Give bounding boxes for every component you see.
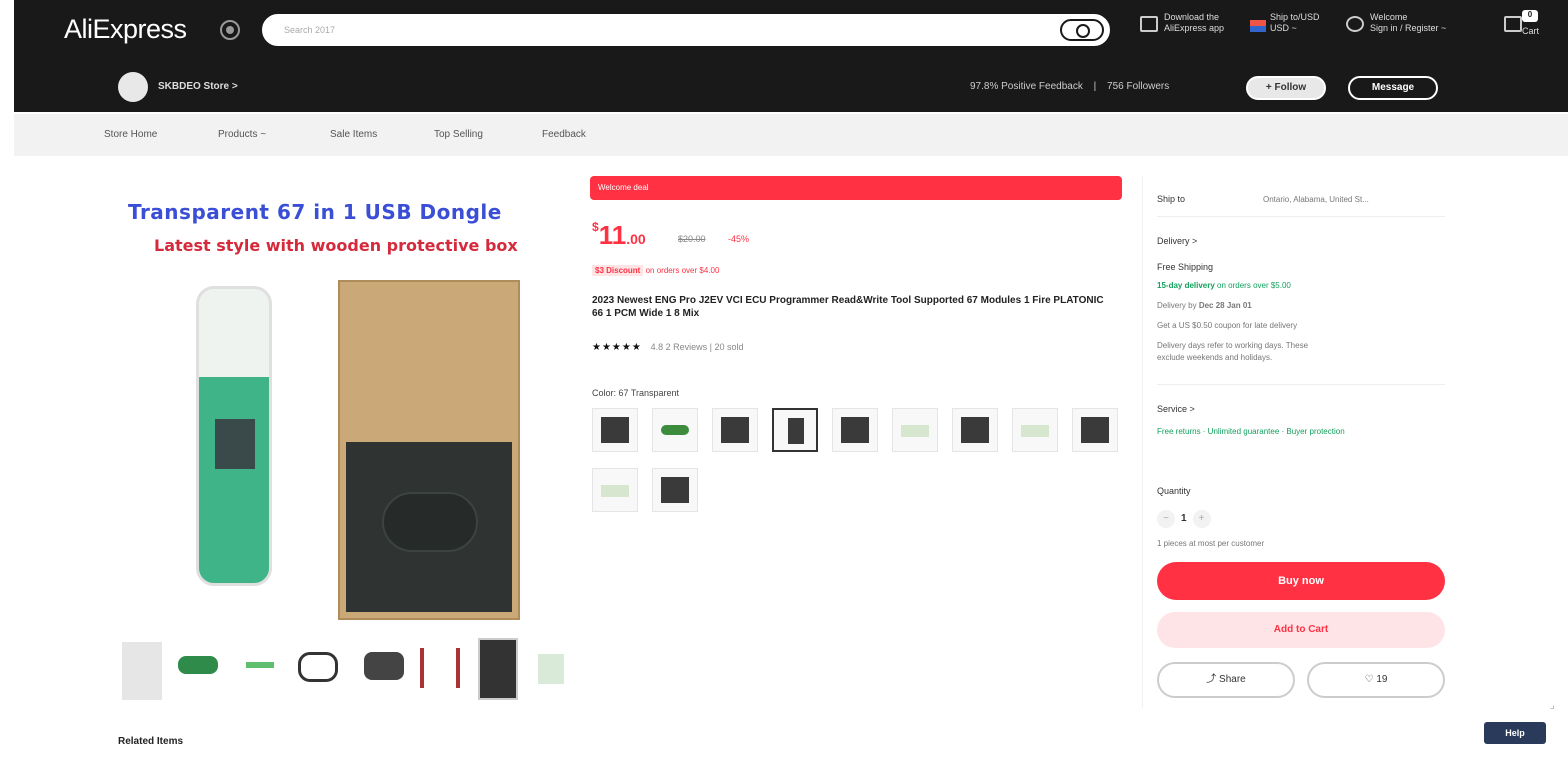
image-caption-subtitle: Latest style with wooden protective box [154, 236, 518, 255]
divider [1157, 216, 1445, 217]
discount-badge: -45% [728, 234, 750, 244]
swatch-11[interactable] [652, 468, 698, 512]
store-bar: SKBDEO Store > 97.8% Positive Feedback |… [14, 70, 1568, 106]
ship-to-location[interactable]: Ontario, Alabama, United St... [1263, 194, 1369, 205]
resize-handle-icon: ⌟ [1550, 700, 1555, 711]
color-swatches [592, 408, 1122, 528]
swatch-1[interactable] [592, 408, 638, 452]
nav-store-home[interactable]: Store Home [104, 129, 157, 140]
product-title: 2023 Newest ENG Pro J2EV VCI ECU Program… [592, 295, 1104, 319]
usb-dongle-image [196, 286, 272, 586]
nav-sale-items[interactable]: Sale Items [330, 129, 377, 140]
qty-increase-button[interactable]: + [1192, 510, 1211, 528]
thumbnail-8[interactable] [538, 654, 564, 684]
late-delivery-coupon: Get a US $0.50 coupon for late delivery [1157, 321, 1298, 330]
swatch-2[interactable] [652, 408, 698, 452]
thumbnail-1[interactable] [122, 642, 162, 700]
categories-menu-icon[interactable] [220, 20, 240, 40]
free-shipping: Free Shipping [1157, 262, 1214, 272]
download-app-link[interactable]: Download the AliExpress app [1164, 12, 1224, 34]
swatch-7[interactable] [952, 408, 998, 452]
swatch-5[interactable] [832, 408, 878, 452]
nav-top-selling[interactable]: Top Selling [434, 129, 483, 140]
related-items-heading: Related Items [118, 736, 184, 747]
welcome-deal-banner: Welcome deal [590, 176, 1122, 200]
us-flag-icon [1250, 20, 1266, 32]
follow-button[interactable]: + Follow [1246, 76, 1326, 100]
search-input[interactable]: Search 2017 [284, 25, 335, 35]
thumbnail-3[interactable] [246, 662, 274, 668]
delivery-label[interactable]: Delivery > [1157, 236, 1197, 246]
account-menu[interactable]: Welcome Sign in / Register ~ [1370, 12, 1446, 34]
wooden-box-image [338, 280, 520, 620]
aliexpress-logo[interactable]: AliExpress [64, 14, 187, 45]
store-subnav: Store Home Products ~ Sale Items Top Sel… [14, 114, 1568, 156]
qty-limit: 1 pieces at most per customer [1157, 539, 1265, 548]
product-info: Welcome deal $11.00 $20.00 -45% $3 Disco… [588, 176, 1128, 546]
swatch-3[interactable] [712, 408, 758, 452]
thumbnail-7[interactable] [478, 638, 518, 700]
share-button[interactable]: ⤴ Share [1157, 662, 1295, 698]
qty-decrease-button[interactable]: − [1157, 510, 1175, 528]
search-icon[interactable] [1060, 19, 1104, 41]
promo-coupon[interactable]: $3 Discount on orders over $4.00 [592, 265, 719, 276]
main-product-image[interactable]: Transparent 67 in 1 USB Dongle Latest st… [118, 190, 572, 620]
store-name[interactable]: SKBDEO Store > [158, 81, 238, 92]
swatch-8[interactable] [1012, 408, 1058, 452]
share-icon: ⤴ [1206, 674, 1220, 685]
delivery-note-2: exclude weekends and holidays. [1157, 353, 1273, 362]
thumbnail-6[interactable] [420, 648, 460, 688]
buy-now-button[interactable]: Buy now [1157, 562, 1445, 600]
cart-label[interactable]: Cart [1522, 26, 1539, 37]
delivery-note-1: Delivery days refer to working days. The… [1157, 341, 1309, 350]
cart-count-badge: 0 [1522, 10, 1538, 22]
current-price: $11.00 [592, 220, 646, 250]
purchase-sidebar: Ship to Ontario, Alabama, United St... D… [1142, 176, 1460, 708]
product-gallery: Transparent 67 in 1 USB Dongle Latest st… [118, 180, 572, 710]
user-icon[interactable] [1346, 16, 1364, 32]
color-label: Color: 67 Transparent [592, 388, 680, 398]
service-text: Free returns · Unlimited guarantee · Buy… [1157, 427, 1345, 436]
swatch-4-selected[interactable] [772, 408, 818, 452]
ship-to-currency[interactable]: Ship to/USD USD ~ [1270, 12, 1320, 34]
dongle-chip [215, 419, 255, 469]
nav-products[interactable]: Products ~ [218, 129, 266, 140]
qr-code-icon[interactable] [1140, 16, 1158, 32]
store-avatar[interactable] [118, 72, 148, 102]
original-price: $20.00 [678, 234, 706, 244]
ship-to-label: Ship to [1157, 194, 1186, 204]
top-header: AliExpress Search 2017 Download the AliE… [14, 0, 1568, 112]
search-bar[interactable]: Search 2017 [262, 14, 1110, 46]
thumbnail-5[interactable] [364, 652, 404, 680]
quantity-label: Quantity [1157, 486, 1191, 496]
box-cutout [382, 492, 478, 552]
box-foam [346, 442, 512, 612]
floating-help-button[interactable]: Help [1484, 722, 1546, 744]
cart-icon[interactable] [1504, 16, 1522, 32]
rating-meta: 4.8 2 Reviews | 20 sold [650, 342, 744, 352]
quantity-stepper: −1 + [1157, 510, 1227, 528]
swatch-6[interactable] [892, 408, 938, 452]
image-caption-title: Transparent 67 in 1 USB Dongle [128, 200, 502, 224]
divider [1157, 384, 1445, 385]
store-feedback-stats: 97.8% Positive Feedback | 756 Followers [970, 81, 1170, 92]
wishlist-button[interactable]: ♡ 19 [1307, 662, 1445, 698]
qty-value[interactable]: 1 [1181, 513, 1187, 524]
rating-row[interactable]: ★★★★★ 4.8 2 Reviews | 20 sold [592, 342, 744, 353]
service-label[interactable]: Service > [1157, 404, 1195, 414]
message-button[interactable]: Message [1348, 76, 1438, 100]
nav-feedback[interactable]: Feedback [542, 129, 586, 140]
thumbnail-strip [118, 638, 572, 702]
rating-stars: ★★★★★ [592, 342, 642, 353]
fast-delivery-line: 15-day delivery on orders over $5.00 [1157, 281, 1291, 290]
heart-icon: ♡ [1364, 674, 1377, 685]
thumbnail-4[interactable] [298, 652, 338, 682]
delivery-date: Delivery by Dec 28 Jan 01 [1157, 301, 1252, 310]
thumbnail-2[interactable] [178, 656, 218, 674]
add-to-cart-button[interactable]: Add to Cart [1157, 612, 1445, 648]
swatch-10[interactable] [592, 468, 638, 512]
swatch-9[interactable] [1072, 408, 1118, 452]
